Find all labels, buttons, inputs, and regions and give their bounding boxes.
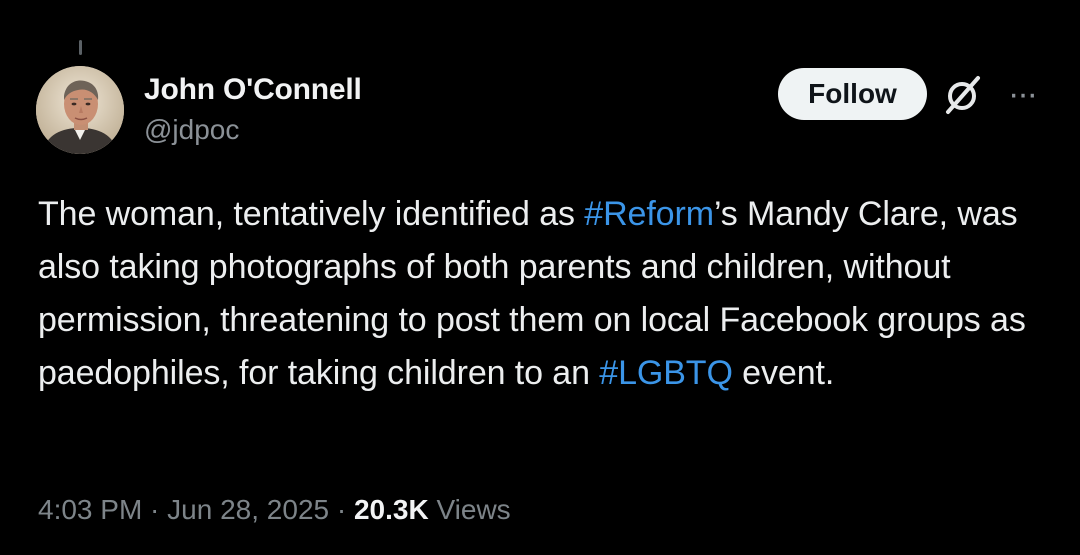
- display-name[interactable]: John O'Connell: [144, 72, 362, 108]
- hashtag-link-lgbtq[interactable]: #LGBTQ: [599, 354, 733, 392]
- avatar[interactable]: [36, 66, 124, 154]
- tweet-metadata: 4:03 PM · Jun 28, 2025 · 20.3K Views: [38, 490, 511, 530]
- thread-connector-line: [79, 40, 82, 55]
- tweet-time[interactable]: 4:03 PM: [38, 494, 142, 525]
- tweet-body: The woman, tentatively identified as #Re…: [38, 188, 1048, 400]
- tweet-text-segment: event.: [732, 354, 835, 392]
- grok-icon[interactable]: [942, 74, 984, 116]
- avatar-portrait: [36, 66, 124, 154]
- tweet-text-segment: The woman, tentatively identified as: [38, 195, 585, 233]
- views-label: Views: [428, 494, 511, 525]
- meta-separator: ·: [142, 494, 168, 525]
- user-info: John O'Connell @jdpoc: [144, 72, 362, 148]
- tweet-header: John O'Connell @jdpoc Follow ···: [36, 66, 1046, 156]
- tweet-date[interactable]: Jun 28, 2025: [167, 494, 329, 525]
- user-handle[interactable]: @jdpoc: [144, 112, 362, 148]
- hashtag-link-reform[interactable]: #Reform: [584, 195, 714, 233]
- views-count[interactable]: 20.3K: [354, 494, 429, 525]
- grok-icon-glyph: [946, 76, 980, 114]
- follow-button[interactable]: Follow: [778, 68, 927, 120]
- meta-separator: ·: [329, 494, 354, 525]
- more-options-icon[interactable]: ···: [998, 70, 1046, 118]
